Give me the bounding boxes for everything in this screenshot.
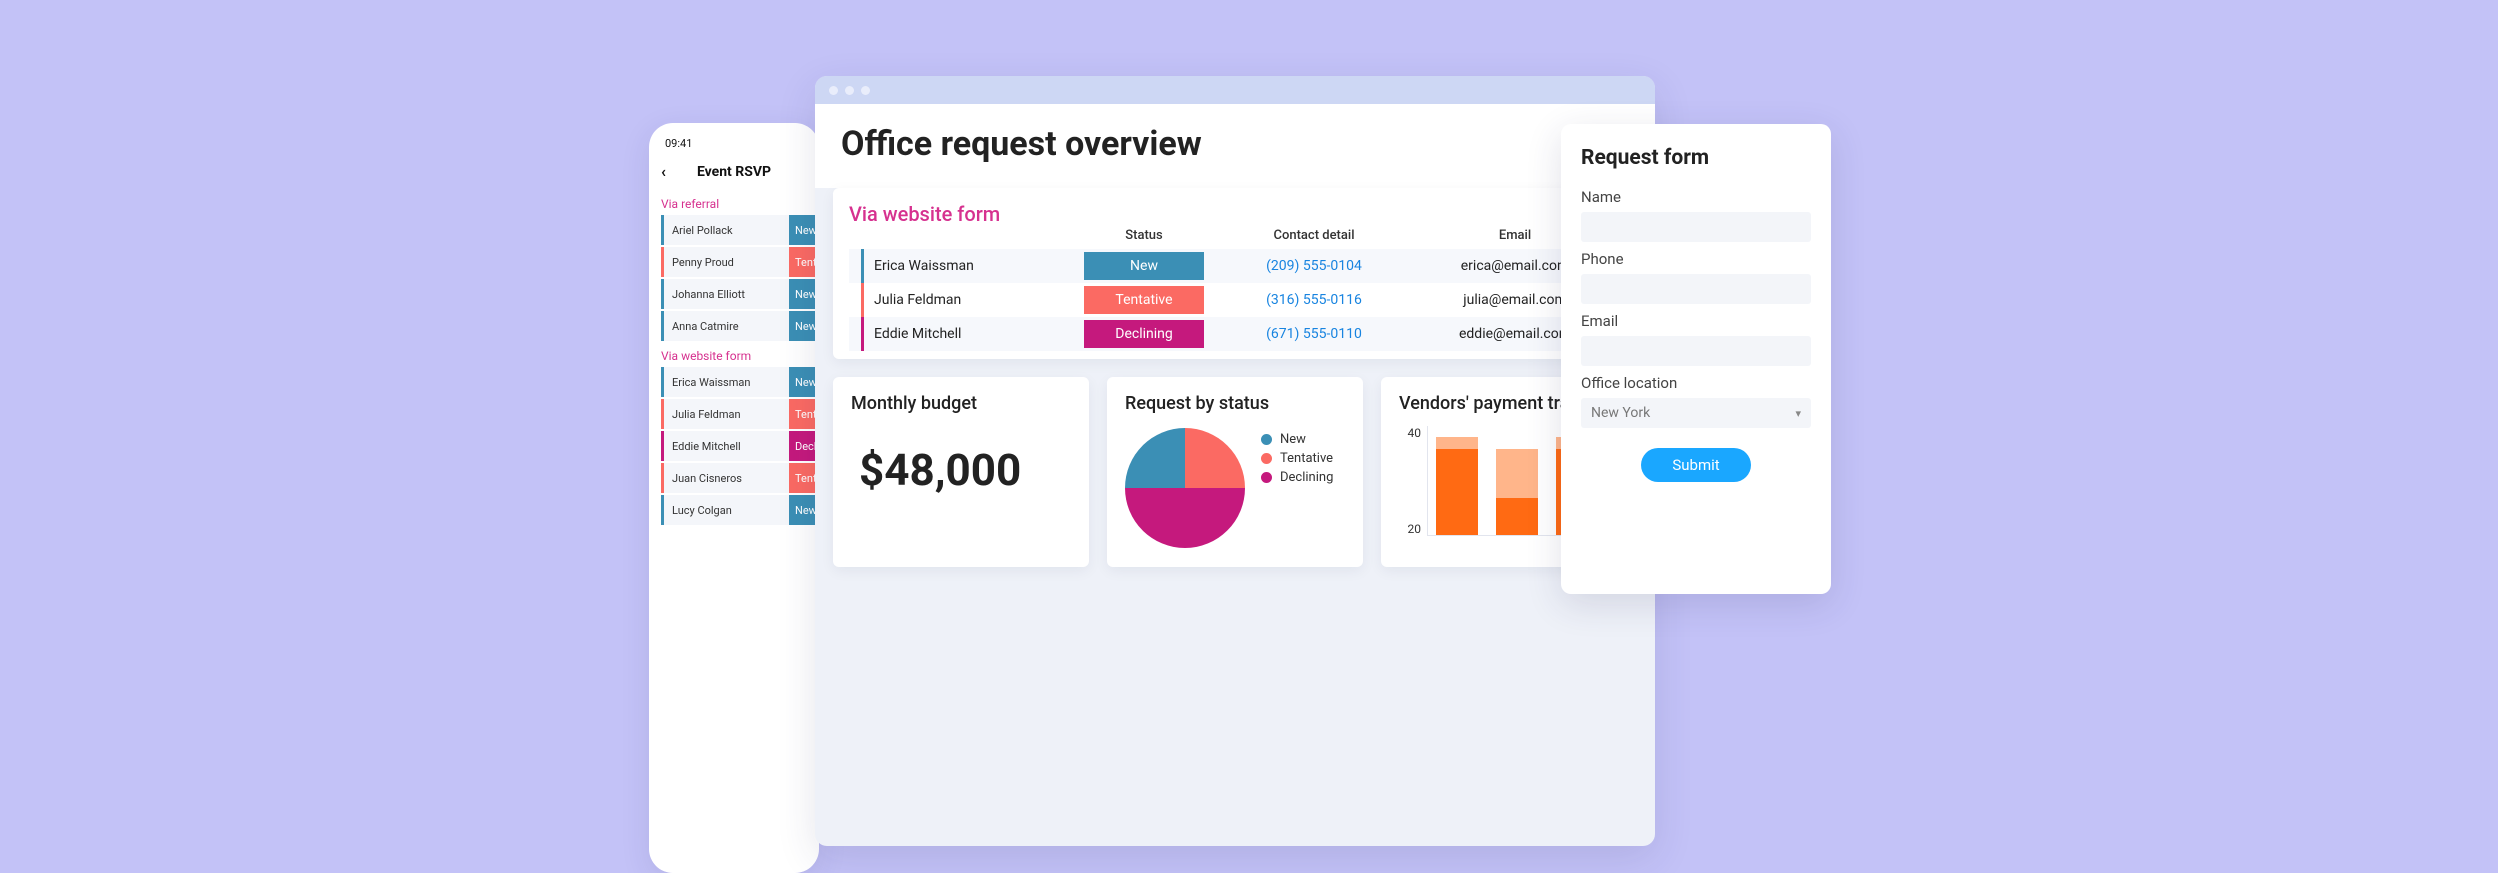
- phone-label: Phone: [1581, 250, 1811, 268]
- submit-button[interactable]: Submit: [1641, 448, 1751, 482]
- name-label: Name: [1581, 188, 1811, 206]
- mobile-section-label: Via website form: [649, 343, 819, 367]
- bar-column: [1496, 449, 1538, 535]
- phone-input[interactable]: [1581, 274, 1811, 304]
- bar-segment: [1436, 449, 1478, 535]
- list-item[interactable]: Erica WaissmanNew: [661, 367, 819, 397]
- legend-item: Declining: [1261, 470, 1333, 485]
- cell-name: Eddie Mitchell: [849, 317, 1069, 351]
- list-item[interactable]: Johanna ElliottNew: [661, 279, 819, 309]
- requests-table: Status Contact detail Email Erica Waissm…: [849, 228, 1621, 351]
- bar-segment: [1436, 437, 1478, 449]
- budget-amount: $48,000: [851, 424, 1071, 496]
- table-row[interactable]: Julia FeldmanTentative(316) 555-0116juli…: [849, 283, 1621, 317]
- window-dot-icon: [861, 86, 870, 95]
- cell-status: Declining: [1069, 317, 1219, 351]
- mobile-screen-title: Event RSVP: [661, 164, 807, 180]
- list-item[interactable]: Anna CatmireNew: [661, 311, 819, 341]
- request-form-card: Request form Name Phone Email Office loc…: [1561, 124, 1831, 594]
- pie-legend: New Tentative Declining: [1261, 428, 1333, 489]
- cell-name: Erica Waissman: [849, 249, 1069, 283]
- legend-swatch-icon: [1261, 472, 1272, 483]
- cell-name: Julia Feldman: [849, 283, 1069, 317]
- list-item-name: Penny Proud: [664, 256, 789, 269]
- form-title: Request form: [1581, 146, 1811, 170]
- table-row[interactable]: Eddie MitchellDeclining(671) 555-0110edd…: [849, 317, 1621, 351]
- list-item[interactable]: Eddie MitchellDeclining: [661, 431, 819, 461]
- pie-chart: [1125, 428, 1245, 548]
- office-select[interactable]: New York ▾: [1581, 398, 1811, 428]
- legend-swatch-icon: [1261, 453, 1272, 464]
- legend-swatch-icon: [1261, 434, 1272, 445]
- mobile-device: 09:41 ‹ Event RSVP Via referralAriel Pol…: [649, 123, 819, 873]
- list-item-name: Johanna Elliott: [664, 288, 789, 301]
- email-input[interactable]: [1581, 336, 1811, 366]
- bar-segment: [1496, 498, 1538, 535]
- cell-status: Tentative: [1069, 283, 1219, 317]
- list-item[interactable]: Lucy ColganNew: [661, 495, 819, 525]
- budget-title: Monthly budget: [851, 393, 1071, 414]
- list-item[interactable]: Julia FeldmanTentative: [661, 399, 819, 429]
- email-label: Email: [1581, 312, 1811, 330]
- list-item-name: Juan Cisneros: [664, 472, 789, 485]
- budget-card: Monthly budget $48,000: [833, 377, 1089, 567]
- list-item[interactable]: Ariel PollackNew: [661, 215, 819, 245]
- table-caption: Via website form: [849, 202, 1621, 226]
- legend-label: Declining: [1280, 470, 1333, 485]
- requests-table-card: Via website form Status Contact detail E…: [833, 188, 1637, 359]
- bar-segment: [1496, 449, 1538, 498]
- chevron-down-icon: ▾: [1795, 407, 1801, 420]
- window-dot-icon: [829, 86, 838, 95]
- bar-column: [1436, 437, 1478, 535]
- legend-item: Tentative: [1261, 451, 1333, 466]
- list-item-name: Eddie Mitchell: [664, 440, 789, 453]
- cell-phone[interactable]: (316) 555-0116: [1219, 283, 1409, 317]
- mobile-section-label: Via referral: [649, 191, 819, 215]
- list-item-name: Lucy Colgan: [664, 504, 789, 517]
- table-header-contact: Contact detail: [1219, 228, 1409, 249]
- cell-phone[interactable]: (671) 555-0110: [1219, 317, 1409, 351]
- window-chrome: [815, 76, 1655, 104]
- mobile-statusbar-time: 09:41: [649, 137, 819, 158]
- window-dot-icon: [845, 86, 854, 95]
- page-title: Office request overview: [841, 124, 1629, 164]
- list-item-name: Anna Catmire: [664, 320, 789, 333]
- vendors-y-axis: 40 20: [1399, 426, 1421, 536]
- table-header-name: [849, 228, 1069, 249]
- office-label: Office location: [1581, 374, 1811, 392]
- name-input[interactable]: [1581, 212, 1811, 242]
- pie-title: Request by status: [1125, 393, 1345, 414]
- legend-label: New: [1280, 432, 1306, 447]
- cell-status: New: [1069, 249, 1219, 283]
- table-header-status: Status: [1069, 228, 1219, 249]
- legend-item: New: [1261, 432, 1333, 447]
- legend-label: Tentative: [1280, 451, 1333, 466]
- list-item-name: Julia Feldman: [664, 408, 789, 421]
- list-item[interactable]: Juan CisnerosTentative: [661, 463, 819, 493]
- list-item-name: Ariel Pollack: [664, 224, 789, 237]
- status-pie-card: Request by status New Tentative Declining: [1107, 377, 1363, 567]
- list-item[interactable]: Penny ProudTentative: [661, 247, 819, 277]
- cell-phone[interactable]: (209) 555-0104: [1219, 249, 1409, 283]
- dashboard-window: Office request overview Via website form…: [815, 76, 1655, 846]
- table-row[interactable]: Erica WaissmanNew(209) 555-0104erica@ema…: [849, 249, 1621, 283]
- office-select-value: New York: [1591, 405, 1650, 421]
- list-item-name: Erica Waissman: [664, 376, 789, 389]
